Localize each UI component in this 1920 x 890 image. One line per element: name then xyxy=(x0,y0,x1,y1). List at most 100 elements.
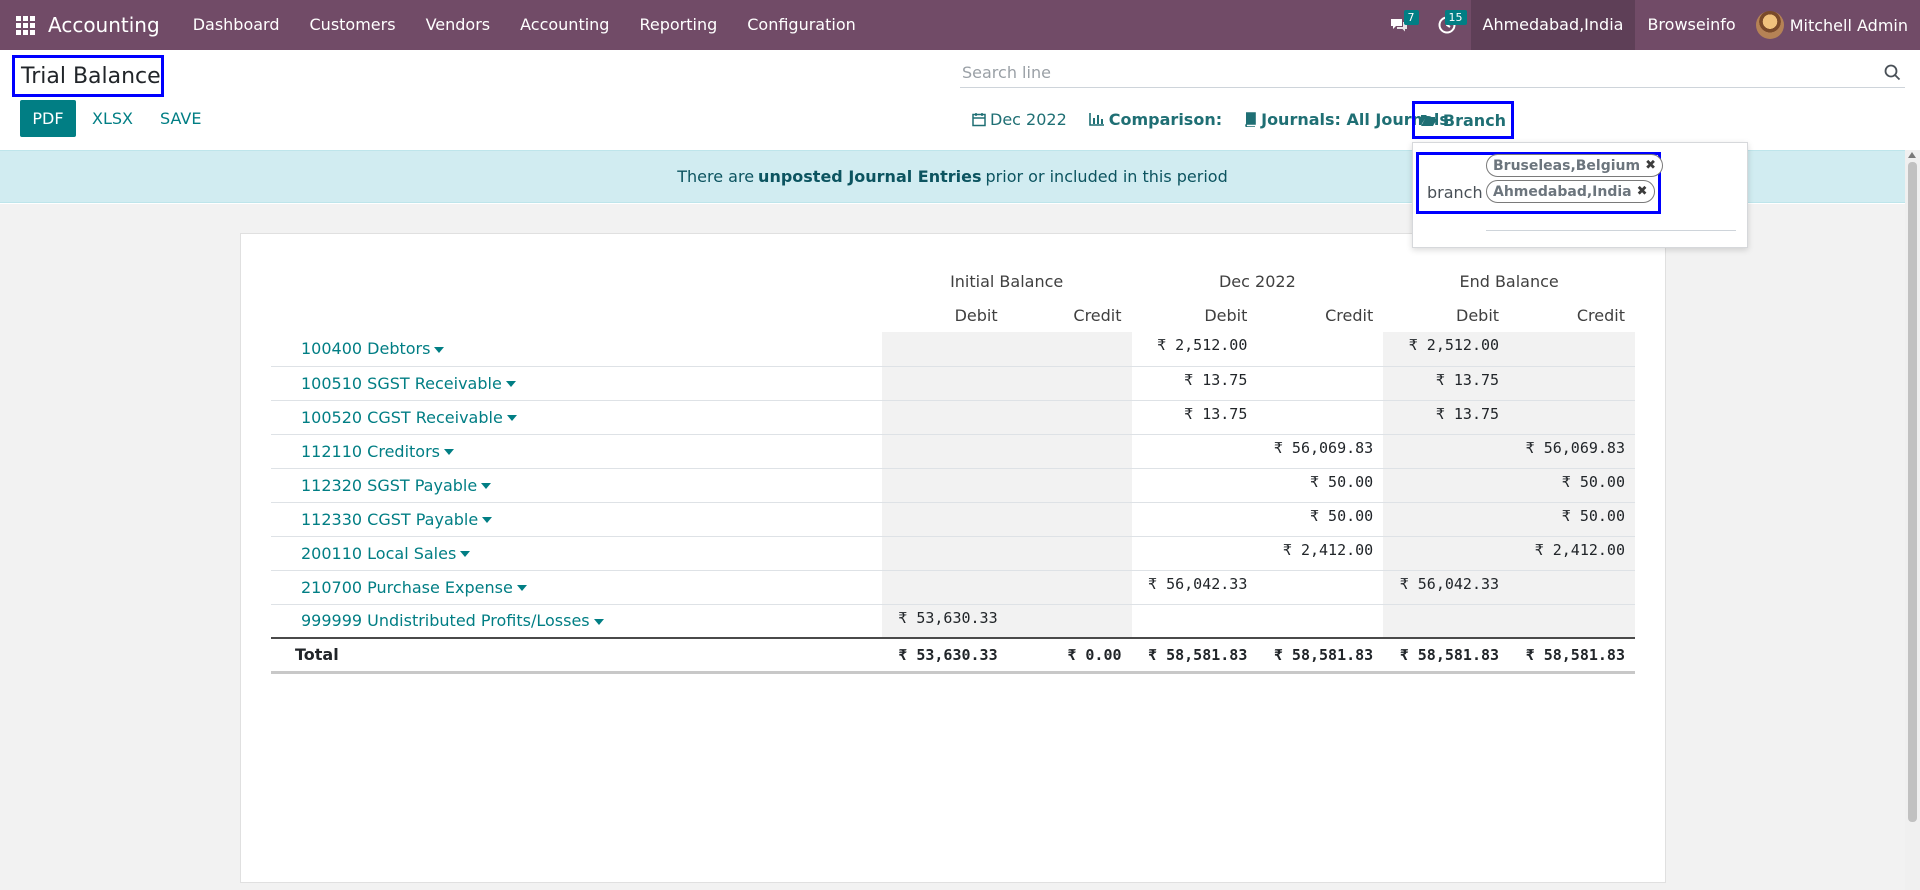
end-debit-cell: ₹ 13.75 xyxy=(1383,399,1510,434)
period-credit-cell: ₹ 50.00 xyxy=(1257,501,1384,536)
header-initial-balance: Initial Balance xyxy=(950,271,1064,291)
header-period: Dec 2022 xyxy=(1218,271,1296,291)
activities-button[interactable]: 15 xyxy=(1423,0,1471,50)
account-name[interactable]: 200110 Local Sales xyxy=(301,544,456,563)
initial-credit-cell xyxy=(1007,365,1132,400)
caret-down-icon[interactable] xyxy=(482,517,493,523)
date-filter[interactable]: Dec 2022 xyxy=(972,110,1067,129)
total-end-debit: ₹ 58,581.83 xyxy=(1383,637,1510,674)
initial-credit-cell xyxy=(1007,535,1132,570)
period-debit-cell xyxy=(1131,501,1258,536)
initial-debit-cell xyxy=(881,433,1008,468)
branch-filter-label: Branch xyxy=(1442,110,1507,130)
end-debit-cell: ₹ 2,512.00 xyxy=(1383,332,1510,366)
navbar-systray: 7 15 Ahmedabad,India Browseinfo Mitchell… xyxy=(1375,0,1920,50)
branch-tag-label: Bruseleas,Belgium xyxy=(1493,157,1641,174)
caret-down-icon[interactable] xyxy=(443,449,454,455)
caret-down-icon[interactable] xyxy=(434,346,445,353)
scroll-up-arrow-icon[interactable] xyxy=(1908,152,1916,158)
total-end-credit: ₹ 58,581.83 xyxy=(1509,637,1635,674)
account-name[interactable]: 112320 SGST Payable xyxy=(301,476,477,495)
initial-credit-cell xyxy=(1007,332,1132,366)
remove-tag-icon[interactable]: ✖ xyxy=(1645,158,1656,173)
branch-input[interactable] xyxy=(1486,230,1736,231)
caret-down-icon[interactable] xyxy=(593,618,604,625)
app-name[interactable]: Accounting xyxy=(48,13,160,37)
caret-down-icon[interactable] xyxy=(481,483,492,489)
branch-dropdown: branch Bruseleas,Belgium ✖ Ahmedabad,Ind… xyxy=(1412,142,1748,248)
period-credit-cell: ₹ 50.00 xyxy=(1257,467,1384,502)
notice-text-after: prior or included in this period xyxy=(985,167,1228,186)
avatar xyxy=(1755,11,1784,39)
total-label: Total xyxy=(271,637,882,674)
account-cell[interactable]: 200110 Local Sales xyxy=(271,535,882,570)
account-name[interactable]: 112110 Creditors xyxy=(301,442,440,461)
account-name[interactable]: 112330 CGST Payable xyxy=(301,510,478,529)
search-icon[interactable] xyxy=(1879,60,1905,86)
end-debit-cell: ₹ 13.75 xyxy=(1383,365,1510,400)
account-name[interactable]: 100510 SGST Receivable xyxy=(301,374,502,393)
account-cell[interactable]: 100520 CGST Receivable xyxy=(271,399,882,434)
initial-credit-cell xyxy=(1007,467,1132,502)
notice-unposted-link[interactable]: unposted Journal Entries xyxy=(758,167,981,186)
header-end-balance: End Balance xyxy=(1459,271,1559,291)
menu-reporting[interactable]: Reporting xyxy=(624,0,732,50)
search-input[interactable] xyxy=(960,63,1879,82)
account-name[interactable]: 100400 Debtors xyxy=(301,339,430,358)
save-button[interactable]: SAVE xyxy=(160,100,201,137)
header-credit: Credit xyxy=(1576,305,1625,325)
end-debit-cell xyxy=(1383,535,1510,570)
pdf-button[interactable]: PDF xyxy=(20,100,76,137)
main-menu: Dashboard Customers Vendors Accounting R… xyxy=(178,0,871,50)
table-row: 112330 CGST Payable ₹ 50.00 ₹ 50.00 xyxy=(271,501,1635,536)
account-name[interactable]: 999999 Undistributed Profits/Losses xyxy=(301,611,590,630)
header-debit: Debit xyxy=(954,305,998,325)
account-cell[interactable]: 112110 Creditors xyxy=(271,433,882,468)
branch-field-label: branch xyxy=(1427,183,1483,202)
scrollbar-thumb[interactable] xyxy=(1908,162,1917,822)
end-credit-cell: ₹ 50.00 xyxy=(1509,467,1635,502)
account-cell[interactable]: 100510 SGST Receivable xyxy=(271,365,882,400)
caret-down-icon[interactable] xyxy=(506,415,517,421)
menu-dashboard[interactable]: Dashboard xyxy=(178,0,295,50)
account-cell[interactable]: 210700 Purchase Expense xyxy=(271,569,882,604)
initial-credit-cell xyxy=(1007,399,1132,434)
apps-menu-icon[interactable] xyxy=(0,0,46,50)
vertical-scrollbar[interactable] xyxy=(1905,150,1920,890)
menu-customers[interactable]: Customers xyxy=(295,0,411,50)
account-cell[interactable]: 112320 SGST Payable xyxy=(271,467,882,502)
caret-down-icon[interactable] xyxy=(505,381,516,387)
account-name[interactable]: 100520 CGST Receivable xyxy=(301,408,503,427)
period-credit-cell xyxy=(1257,399,1384,434)
table-row: 100510 SGST Receivable ₹ 13.75 ₹ 13.75 xyxy=(271,365,1635,400)
initial-debit-cell xyxy=(881,467,1008,502)
end-credit-cell: ₹ 50.00 xyxy=(1509,501,1635,536)
branch-filter-button[interactable]: Branch xyxy=(1412,101,1514,139)
end-credit-cell xyxy=(1509,399,1635,434)
period-debit-cell xyxy=(1131,433,1258,468)
table-row: 112320 SGST Payable ₹ 50.00 ₹ 50.00 xyxy=(271,467,1635,502)
period-debit-cell: ₹ 56,042.33 xyxy=(1131,569,1258,604)
account-cell[interactable]: 100400 Debtors xyxy=(271,332,882,366)
account-cell[interactable]: 112330 CGST Payable xyxy=(271,501,882,536)
date-filter-label: Dec 2022 xyxy=(990,109,1067,129)
messages-button[interactable]: 7 xyxy=(1375,0,1423,50)
end-credit-cell xyxy=(1509,332,1635,366)
user-menu[interactable]: Mitchell Admin xyxy=(1748,11,1920,39)
account-name[interactable]: 210700 Purchase Expense xyxy=(301,578,513,597)
comparison-filter[interactable]: Comparison: xyxy=(1088,110,1222,129)
company-browseinfo[interactable]: Browseinfo xyxy=(1635,0,1747,50)
end-debit-cell xyxy=(1383,467,1510,502)
account-cell[interactable]: 999999 Undistributed Profits/Losses xyxy=(271,603,882,638)
menu-accounting[interactable]: Accounting xyxy=(505,0,624,50)
end-debit-cell: ₹ 56,042.33 xyxy=(1383,569,1510,604)
menu-vendors[interactable]: Vendors xyxy=(411,0,506,50)
caret-down-icon[interactable] xyxy=(460,551,471,557)
total-initial-debit: ₹ 53,630.33 xyxy=(881,637,1008,674)
menu-configuration[interactable]: Configuration xyxy=(732,0,871,50)
search-bar xyxy=(960,58,1905,88)
caret-down-icon[interactable] xyxy=(516,585,527,591)
remove-tag-icon[interactable]: ✖ xyxy=(1637,184,1648,199)
xlsx-button[interactable]: XLSX xyxy=(92,100,133,137)
company-switcher[interactable]: Ahmedabad,India xyxy=(1470,0,1636,50)
